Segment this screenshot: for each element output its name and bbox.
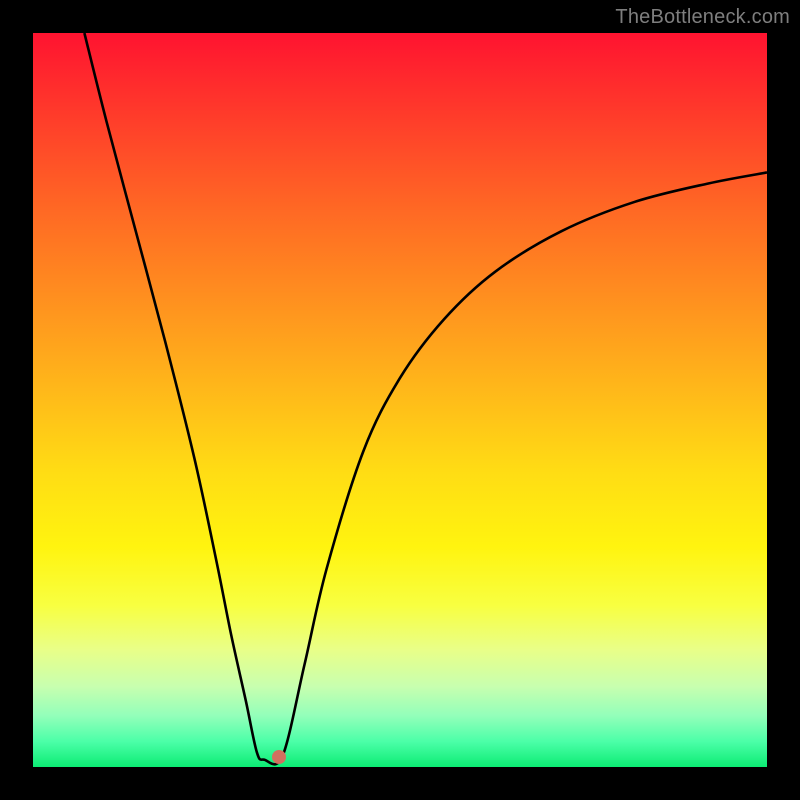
curve-minimum-marker xyxy=(272,750,286,764)
chart-frame: TheBottleneck.com xyxy=(0,0,800,800)
plot-area xyxy=(33,33,767,767)
bottleneck-curve xyxy=(84,33,767,764)
curve-svg xyxy=(33,33,767,767)
watermark-text: TheBottleneck.com xyxy=(615,6,790,29)
